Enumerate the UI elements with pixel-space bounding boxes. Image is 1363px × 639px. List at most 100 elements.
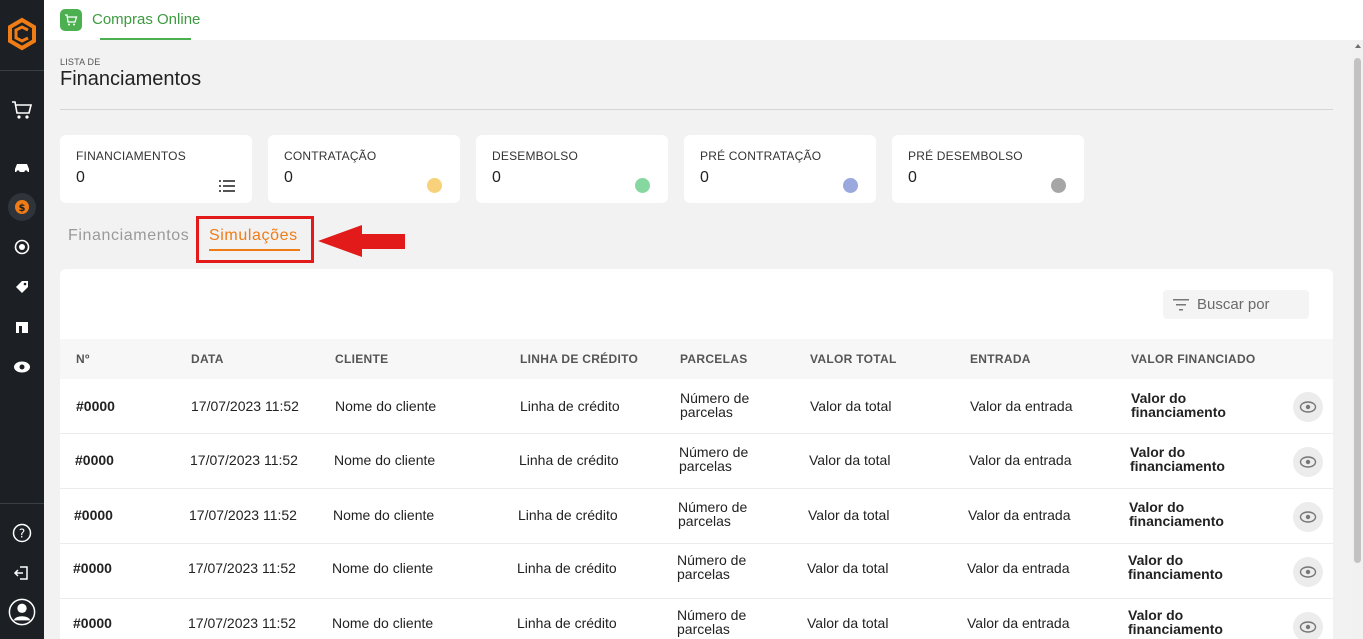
top-bar: Compras Online xyxy=(44,0,1363,40)
stat-card-label: PRÉ CONTRATAÇÃO xyxy=(700,149,822,163)
cell-installments: Número de parcelas xyxy=(677,553,746,581)
cell-id: #0000 xyxy=(73,560,112,576)
cell-entrada: Valor da entrada xyxy=(970,398,1073,414)
scrollbar[interactable] xyxy=(1352,40,1363,639)
column-header: CLIENTE xyxy=(335,352,389,366)
list-icon xyxy=(219,179,235,197)
app-tab-label[interactable]: Compras Online xyxy=(92,11,200,28)
cell-id: #0000 xyxy=(75,452,114,468)
scroll-thumb[interactable] xyxy=(1354,58,1361,563)
cell-entrada: Valor da entrada xyxy=(967,560,1070,576)
cell-financed: Valor do financiamento xyxy=(1129,500,1224,528)
cell-installments-line: parcelas xyxy=(679,458,732,474)
column-header: VALOR FINANCIADO xyxy=(1131,352,1256,366)
column-header: PARCELAS xyxy=(680,352,748,366)
cell-id: #0000 xyxy=(76,398,115,414)
stat-card-value: 0 xyxy=(908,169,917,186)
cell-credit-line: Linha de crédito xyxy=(520,398,620,414)
cell-installments: Número de parcelas xyxy=(679,445,748,473)
eye-icon xyxy=(1299,621,1317,633)
logo-icon[interactable] xyxy=(4,16,40,52)
search-label: Buscar por xyxy=(1197,296,1270,313)
table-row[interactable]: #0000 17/07/2023 11:52 Nome do cliente L… xyxy=(60,489,1333,544)
cell-installments-line: parcelas xyxy=(678,513,731,529)
cell-installments-line: parcelas xyxy=(680,404,733,420)
cell-entrada: Valor da entrada xyxy=(967,615,1070,631)
cell-date: 17/07/2023 11:52 xyxy=(189,507,297,523)
stat-card-financiamentos[interactable]: FINANCIAMENTOS 0 xyxy=(60,135,252,203)
column-header: VALOR TOTAL xyxy=(810,352,897,366)
cell-financed-line: financiamento xyxy=(1129,513,1224,529)
sidebar-divider xyxy=(0,503,44,504)
cell-entrada: Valor da entrada xyxy=(968,507,1071,523)
cell-financed: Valor do financiamento xyxy=(1130,445,1225,473)
view-details-button[interactable] xyxy=(1293,502,1323,532)
cell-installments: Número de parcelas xyxy=(678,500,747,528)
cell-client: Nome do cliente xyxy=(333,507,435,523)
filter-icon xyxy=(1173,298,1189,316)
table-header: Nº DATA CLIENTE LINHA DE CRÉDITO PARCELA… xyxy=(60,339,1333,379)
user-icon[interactable] xyxy=(8,598,36,626)
dollar-coin-icon[interactable]: $ xyxy=(8,193,36,221)
svg-text:$: $ xyxy=(19,203,26,214)
cell-total: Valor da total xyxy=(807,560,889,576)
svg-text:?: ? xyxy=(19,527,25,541)
status-dot-icon xyxy=(635,178,650,193)
eye-icon xyxy=(1299,566,1317,578)
tab-financiamentos[interactable]: Financiamentos xyxy=(68,227,189,245)
cell-date: 17/07/2023 11:52 xyxy=(190,452,298,468)
stat-card-desembolso[interactable]: DESEMBOLSO 0 xyxy=(476,135,668,203)
help-icon[interactable]: ? xyxy=(8,519,36,547)
cart-icon[interactable] xyxy=(8,96,36,124)
store-icon[interactable] xyxy=(8,313,36,341)
car-icon[interactable] xyxy=(8,153,36,181)
stat-card-pre-contratacao[interactable]: PRÉ CONTRATAÇÃO 0 xyxy=(684,135,876,203)
logout-icon[interactable] xyxy=(8,559,36,587)
cell-id: #0000 xyxy=(74,507,113,523)
stat-card-value: 0 xyxy=(284,169,293,186)
cell-financed: Valor do financiamento xyxy=(1131,391,1226,419)
stat-card-pre-desembolso[interactable]: PRÉ DESEMBOLSO 0 xyxy=(892,135,1084,203)
view-details-button[interactable] xyxy=(1293,392,1323,422)
cell-financed-line: financiamento xyxy=(1128,566,1223,582)
tag-icon[interactable] xyxy=(8,273,36,301)
column-header: ENTRADA xyxy=(970,352,1031,366)
view-details-button[interactable] xyxy=(1293,557,1323,587)
cell-date: 17/07/2023 11:52 xyxy=(191,398,299,414)
cell-total: Valor da total xyxy=(808,507,890,523)
eye-icon[interactable] xyxy=(8,353,36,381)
cell-entrada: Valor da entrada xyxy=(969,452,1072,468)
eye-icon xyxy=(1299,401,1317,413)
cell-installments-line: parcelas xyxy=(677,621,730,637)
status-dot-icon xyxy=(427,178,442,193)
table-row[interactable]: #0000 17/07/2023 11:52 Nome do cliente L… xyxy=(60,544,1333,599)
cell-credit-line: Linha de crédito xyxy=(517,615,617,631)
column-header: LINHA DE CRÉDITO xyxy=(520,352,639,366)
exchange-icon[interactable] xyxy=(8,233,36,261)
cell-financed: Valor do financiamento xyxy=(1128,553,1223,581)
cell-credit-line: Linha de crédito xyxy=(518,507,618,523)
table-row[interactable]: #0000 17/07/2023 11:52 Nome do cliente L… xyxy=(60,434,1333,489)
search-filter-button[interactable]: Buscar por xyxy=(1163,290,1309,319)
annotation-arrow-icon xyxy=(316,222,406,265)
stat-card-value: 0 xyxy=(76,169,85,186)
view-details-button[interactable] xyxy=(1293,447,1323,477)
cell-credit-line: Linha de crédito xyxy=(517,560,617,576)
cell-client: Nome do cliente xyxy=(332,615,434,631)
cell-client: Nome do cliente xyxy=(332,560,434,576)
table-row[interactable]: #0000 17/07/2023 11:52 Nome do cliente L… xyxy=(60,379,1333,434)
cell-id: #0000 xyxy=(73,615,112,631)
cell-client: Nome do cliente xyxy=(334,452,436,468)
eye-icon xyxy=(1299,511,1317,523)
scroll-up-icon[interactable] xyxy=(1355,44,1361,48)
cart-icon xyxy=(60,9,82,31)
stat-card-contratacao[interactable]: CONTRATAÇÃO 0 xyxy=(268,135,460,203)
table-row[interactable]: #0000 17/07/2023 11:52 Nome do cliente L… xyxy=(60,599,1333,639)
stat-card-label: DESEMBOLSO xyxy=(492,149,579,163)
view-details-button[interactable] xyxy=(1293,612,1323,639)
app-tab-underline xyxy=(100,38,191,40)
cell-date: 17/07/2023 11:52 xyxy=(188,560,296,576)
column-header: Nº xyxy=(76,352,90,366)
cell-client: Nome do cliente xyxy=(335,398,437,414)
annotation-highlight-box xyxy=(196,216,314,263)
